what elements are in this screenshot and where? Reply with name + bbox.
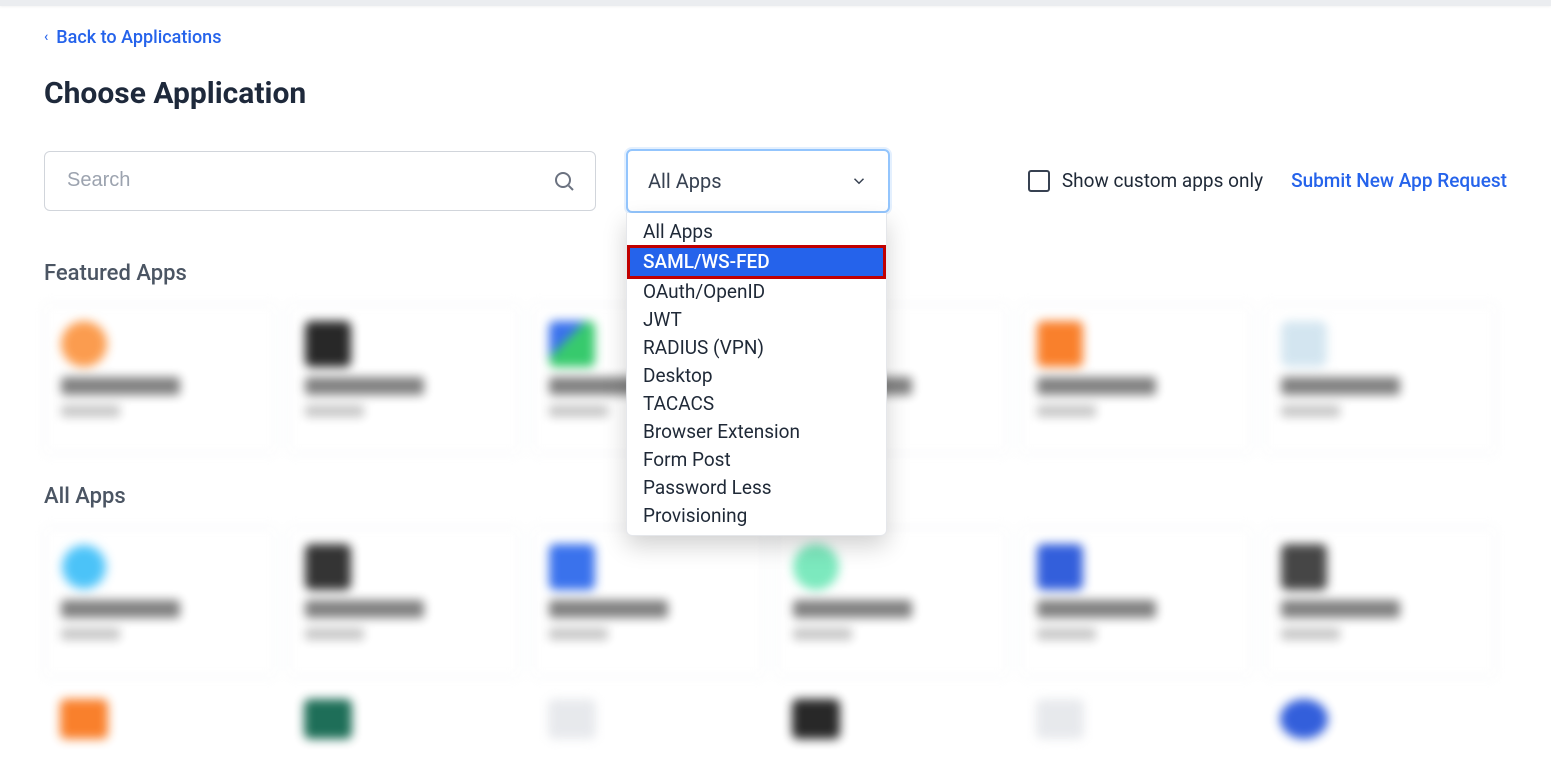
chevron-left-icon: ‹: [44, 29, 48, 45]
app-title: [61, 600, 180, 618]
app-title: [549, 600, 668, 618]
app-title: [793, 600, 912, 618]
back-link[interactable]: ‹ Back to Applications: [44, 27, 221, 48]
submit-app-request-link[interactable]: Submit New App Request: [1291, 169, 1507, 192]
app-icon: [1281, 544, 1327, 590]
custom-apps-label: Show custom apps only: [1062, 169, 1263, 192]
app-subtitle: [305, 628, 364, 640]
app-subtitle: [549, 628, 608, 640]
app-icon: [305, 321, 351, 367]
app-icon: [60, 699, 108, 739]
filter-selected-label: All Apps: [648, 169, 722, 193]
app-subtitle: [1037, 405, 1096, 417]
filter-option[interactable]: All Apps: [627, 213, 886, 246]
app-icon: [61, 544, 107, 590]
app-icon: [61, 321, 107, 367]
app-icon: [549, 321, 595, 367]
app-icon: [1280, 699, 1328, 739]
app-icon: [549, 544, 595, 590]
filter-option[interactable]: SAML/WS-FED: [627, 245, 886, 279]
all-apps-row-2: [44, 689, 1507, 759]
filter-option[interactable]: Provisioning: [627, 502, 886, 535]
app-subtitle: [1281, 628, 1340, 640]
search-wrap: [44, 151, 596, 211]
app-subtitle: [549, 405, 608, 417]
app-card[interactable]: [288, 527, 520, 677]
app-card[interactable]: [1020, 689, 1252, 759]
checkbox-box-icon: [1028, 170, 1050, 192]
controls-row: All Apps All AppsSAML/WS-FEDOAuth/OpenID…: [44, 149, 1507, 213]
custom-apps-checkbox[interactable]: Show custom apps only: [1028, 169, 1263, 192]
app-card[interactable]: [1020, 304, 1252, 454]
filter-wrap: All Apps All AppsSAML/WS-FEDOAuth/OpenID…: [626, 149, 890, 213]
app-card[interactable]: [1264, 527, 1496, 677]
app-card[interactable]: [532, 689, 764, 759]
filter-select[interactable]: All Apps: [626, 149, 890, 213]
app-title: [1281, 377, 1400, 395]
filter-option[interactable]: TACACS: [627, 390, 886, 418]
app-subtitle: [793, 628, 852, 640]
app-icon: [793, 544, 839, 590]
app-title: [305, 600, 424, 618]
app-subtitle: [61, 628, 120, 640]
filter-dropdown: All AppsSAML/WS-FEDOAuth/OpenIDJWTRADIUS…: [626, 213, 887, 536]
filter-option[interactable]: Desktop: [627, 362, 886, 390]
app-card[interactable]: [44, 689, 276, 759]
right-controls: Show custom apps only Submit New App Req…: [1028, 169, 1507, 192]
app-subtitle: [305, 405, 364, 417]
app-icon: [792, 699, 840, 739]
app-subtitle: [61, 405, 120, 417]
app-icon: [1281, 321, 1327, 367]
all-apps-row-1: [44, 527, 1507, 677]
app-card[interactable]: [1264, 304, 1496, 454]
filter-option[interactable]: Password Less: [627, 474, 886, 502]
app-card[interactable]: [288, 304, 520, 454]
app-icon: [1037, 544, 1083, 590]
app-subtitle: [1037, 628, 1096, 640]
filter-option[interactable]: Browser Extension: [627, 418, 886, 446]
app-icon: [304, 699, 352, 739]
filter-option[interactable]: JWT: [627, 306, 886, 334]
app-card[interactable]: [1264, 689, 1496, 759]
filter-option[interactable]: OAuth/OpenID: [627, 278, 886, 306]
back-link-label: Back to Applications: [56, 27, 221, 48]
app-title: [305, 377, 424, 395]
app-card[interactable]: [44, 527, 276, 677]
search-input[interactable]: [44, 151, 596, 211]
app-card[interactable]: [1020, 527, 1252, 677]
app-icon: [1036, 699, 1084, 739]
chevron-down-icon: [850, 172, 868, 190]
app-title: [1037, 600, 1156, 618]
app-card[interactable]: [44, 304, 276, 454]
page-content: ‹ Back to Applications Choose Applicatio…: [0, 6, 1551, 759]
app-card[interactable]: [532, 527, 764, 677]
app-card[interactable]: [776, 527, 1008, 677]
app-icon: [305, 544, 351, 590]
app-subtitle: [1281, 405, 1340, 417]
app-title: [1037, 377, 1156, 395]
search-icon: [552, 169, 576, 193]
app-card[interactable]: [288, 689, 520, 759]
app-title: [61, 377, 180, 395]
filter-option[interactable]: RADIUS (VPN): [627, 334, 886, 362]
app-icon: [1037, 321, 1083, 367]
app-card[interactable]: [776, 689, 1008, 759]
filter-option[interactable]: Form Post: [627, 446, 886, 474]
page-title: Choose Application: [44, 76, 1507, 111]
app-icon: [548, 699, 596, 739]
app-title: [1281, 600, 1400, 618]
